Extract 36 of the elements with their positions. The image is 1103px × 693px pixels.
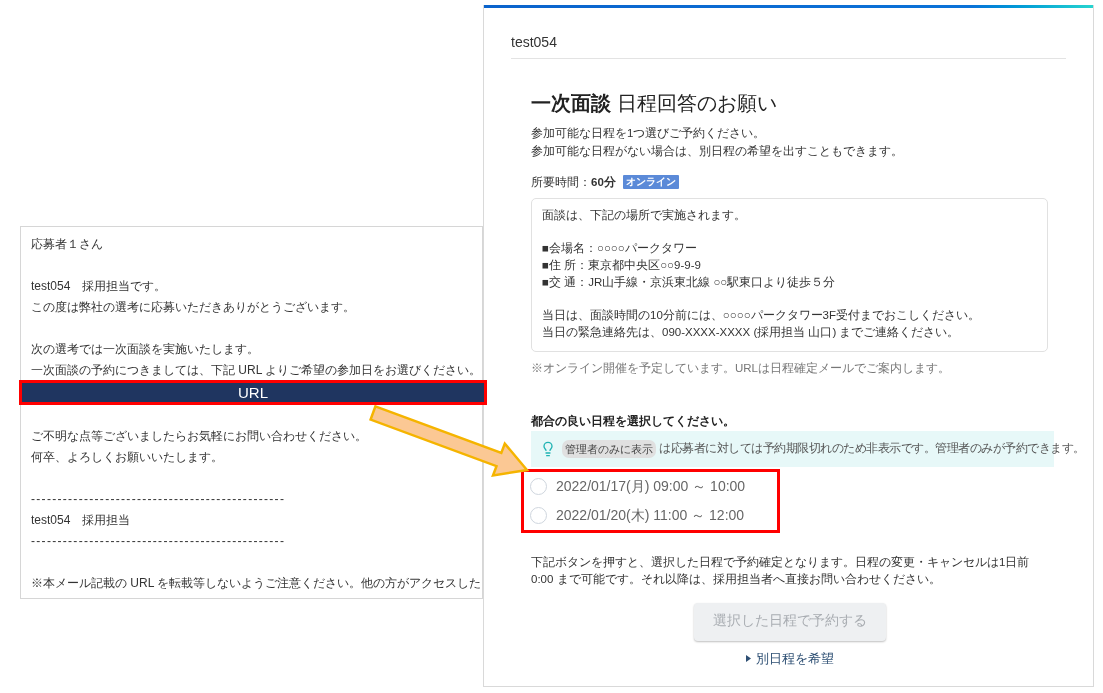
radio-button[interactable] <box>530 506 547 524</box>
note-text: ※オンライン開催を予定しています。URLは日程確定メールでご案内します。 <box>531 360 951 376</box>
page-title: 一次面談 日程回答のお願い <box>531 91 778 116</box>
email-text: 次の選考では一次面談を実施いたします。 <box>31 341 260 358</box>
alternate-date-link[interactable]: 別日程を希望 <box>745 649 834 668</box>
info-text: ■住 所：東京都中央区○○9-9-9 <box>542 258 702 274</box>
lightbulb-icon <box>540 439 556 458</box>
url-link[interactable]: URL <box>22 383 484 402</box>
email-text: 何卒、よろしくお願いいたします。 <box>31 449 224 466</box>
intro-text: 参加可能な日程がない場合は、別日程の希望を出すこともできます。 <box>531 144 904 160</box>
duration-text: 所要時間：60分 <box>531 175 616 190</box>
radio-button[interactable] <box>530 477 547 495</box>
intro-text: 参加可能な日程を1つ選びご予約ください。 <box>531 126 767 142</box>
email-text: test054 採用担当 <box>31 512 132 529</box>
confirm-note-text: 下記ボタンを押すと、選択した日程で予約確定となります。日程の変更・キャンセルは1日前 0:00 まで可能です。それ以降は、採用担当者へ直接お問い合わせください。 <box>531 554 1031 587</box>
slot-option-label[interactable]: 2022/01/17(月) 09:00 ～ 10:00 <box>556 476 746 497</box>
info-text: 当日は、面談時間の10分前には、○○○○パークタワー3F受付までおこしください。 <box>542 308 981 324</box>
admin-only-chip: 管理者のみに表示 <box>562 439 656 458</box>
separator-text: ------------------------------------------------ <box>31 533 287 550</box>
email-text: 一次面談の予約につきましては、下記 URL よりご希望の参加日をお選びください。 <box>31 362 481 379</box>
section-heading: 都合の良い日程を選択してください。 <box>531 412 736 430</box>
email-text: ご不明な点等ございましたらお気軽にお問い合わせください。 <box>31 428 368 445</box>
caret-icon <box>745 655 751 663</box>
email-text: 応募者１さん <box>31 236 104 253</box>
info-text: 当日の緊急連絡先は、090-XXXX-XXXX (採用担当 山口) までご連絡ください。 <box>542 324 961 340</box>
info-text: 面談は、下記の場所で実施されます。 <box>542 208 747 223</box>
email-text: test054 採用担当です。 <box>31 278 168 295</box>
email-text: この度は弊社の選考に応募いただきありがとうございます。 <box>31 299 356 316</box>
company-name: test054 <box>511 33 558 52</box>
email-text: ※本メール記載の URL を転載等しないようご注意ください。他の方がアクセスした <box>31 575 481 592</box>
slot-option-label[interactable]: 2022/01/20(木) 11:00 ～ 12:00 <box>556 505 745 526</box>
admin-notice-text: は応募者に対しては予約期限切れのため非表示です。管理者のみが予約できます。 <box>659 441 1085 457</box>
info-text: ■交 通：JR山手線・京浜東北線 ○○駅東口より徒歩５分 <box>542 274 837 290</box>
separator-text: ------------------------------------------------ <box>31 491 287 508</box>
online-badge: オンライン <box>622 175 679 189</box>
info-text: ■会場名：○○○○パークタワー <box>542 241 698 257</box>
